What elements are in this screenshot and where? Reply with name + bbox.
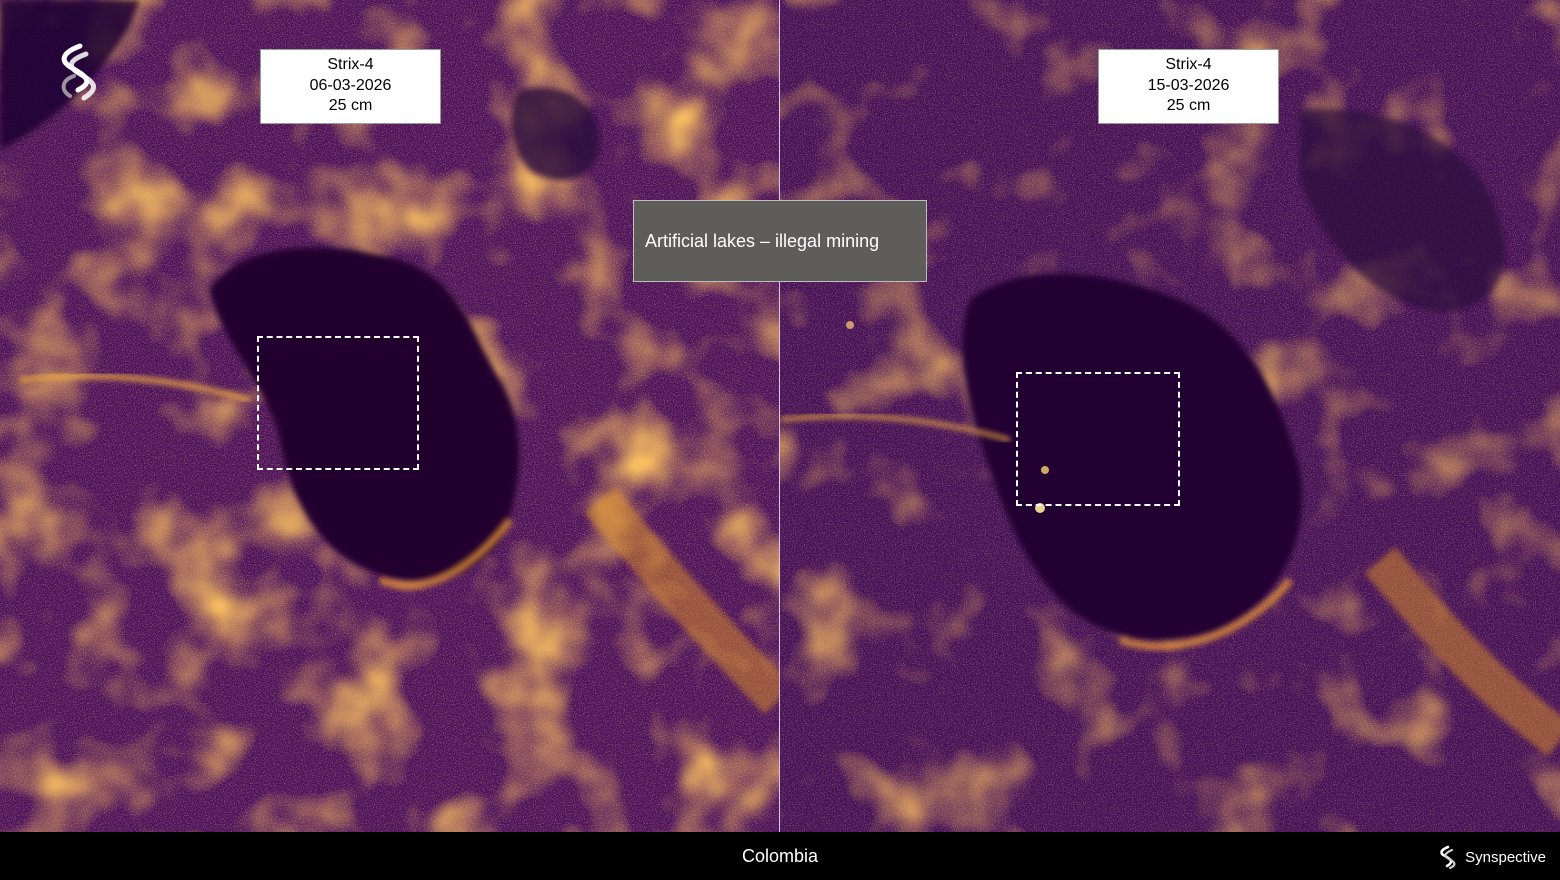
roi-box-after xyxy=(1016,372,1180,506)
image-info-before: Strix-4 06-03-2026 25 cm xyxy=(260,49,441,124)
caption-text: Artificial lakes – illegal mining xyxy=(645,230,880,251)
satellite-name: Strix-4 xyxy=(1165,56,1212,73)
acquisition-date: 15-03-2026 xyxy=(1147,76,1230,94)
resolution: 25 cm xyxy=(1166,97,1211,114)
caption-box: Artificial lakes – illegal mining xyxy=(633,200,927,282)
synspective-logo-icon xyxy=(1440,845,1456,870)
image-info-after: Strix-4 15-03-2026 25 cm xyxy=(1098,49,1279,124)
resolution: 25 cm xyxy=(328,97,373,114)
footer-bar: Colombia Synspective xyxy=(0,832,1560,880)
satellite-name: Strix-4 xyxy=(327,56,374,73)
synspective-logo-icon xyxy=(61,43,96,101)
location-label: Colombia xyxy=(741,846,819,866)
panel-divider xyxy=(779,0,780,832)
brand-name: Synspective xyxy=(1465,848,1546,866)
roi-box-before xyxy=(257,336,419,470)
comparison-slide: Strix-4 06-03-2026 25 cm Strix-4 15-03-2… xyxy=(0,0,1560,880)
acquisition-date: 06-03-2026 xyxy=(309,76,392,94)
brand: Synspective xyxy=(1433,844,1546,870)
